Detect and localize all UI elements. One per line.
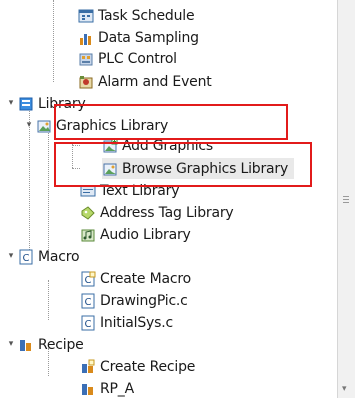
tree-item-label: Address Tag Library	[100, 204, 234, 221]
tree-item-macro[interactable]: C Macro	[18, 246, 80, 267]
tree-item-label: RP_A	[100, 380, 134, 397]
recipe-file-icon	[80, 381, 96, 397]
tree-item-label: Audio Library	[100, 226, 191, 243]
tree-item-label: Task Schedule	[98, 7, 195, 24]
recipe-icon	[18, 337, 34, 353]
macro-icon: C	[18, 249, 34, 265]
alarm-icon	[78, 74, 94, 90]
tree-item-label: PLC Control	[98, 50, 177, 67]
tree-item-label: Create Recipe	[100, 358, 196, 375]
highlight-browse-graphics-library	[54, 142, 312, 187]
tree-item-label: Recipe	[38, 336, 84, 353]
tree-item-task-schedule[interactable]: Task Schedule	[78, 5, 195, 26]
create-recipe-icon	[80, 359, 96, 375]
tree-item-label: Macro	[38, 248, 80, 265]
tree-item-plc-control[interactable]: PLC Control	[78, 48, 177, 69]
collapse-icon[interactable]: ▾	[6, 251, 16, 261]
svg-text:C: C	[23, 253, 30, 264]
graphics-library-icon	[36, 118, 52, 134]
c-file-icon: C	[80, 315, 96, 331]
svg-text:C: C	[85, 319, 92, 330]
collapse-icon[interactable]: ▾	[6, 339, 16, 349]
tree-item-initialsys-c[interactable]: C InitialSys.c	[80, 312, 173, 333]
scroll-grip-icon[interactable]	[343, 196, 349, 206]
tree-item-label: InitialSys.c	[100, 314, 173, 331]
highlight-graphics-library	[54, 104, 288, 140]
create-macro-icon: C	[80, 271, 96, 287]
tree-item-address-tag-library[interactable]: Address Tag Library	[80, 202, 234, 223]
tree-item-data-sampling[interactable]: Data Sampling	[78, 27, 199, 48]
library-icon	[18, 96, 34, 112]
tree-item-label: Alarm and Event	[98, 73, 212, 90]
schedule-icon	[78, 8, 94, 24]
address-tag-icon	[80, 205, 96, 221]
tree-item-audio-library[interactable]: Audio Library	[80, 224, 191, 245]
vertical-scrollbar[interactable]: ▾	[337, 0, 355, 398]
tree-item-rp-a[interactable]: RP_A	[80, 378, 134, 398]
scroll-down-arrow-icon[interactable]: ▾	[342, 384, 347, 394]
tree-item-create-recipe[interactable]: Create Recipe	[80, 356, 195, 377]
tree-item-create-macro[interactable]: C Create Macro	[80, 268, 191, 289]
audio-icon	[80, 227, 96, 243]
c-file-icon: C	[80, 293, 96, 309]
bar-chart-icon	[78, 30, 94, 46]
plc-icon	[78, 51, 94, 67]
tree-item-drawingpic-c[interactable]: C DrawingPic.c	[80, 290, 188, 311]
svg-text:C: C	[85, 297, 92, 308]
tree-item-label: Create Macro	[100, 270, 191, 287]
collapse-icon[interactable]: ▾	[6, 98, 16, 108]
tree-item-alarm-and-event[interactable]: Alarm and Event	[78, 71, 212, 92]
tree-item-recipe[interactable]: Recipe	[18, 334, 84, 355]
tree-item-label: DrawingPic.c	[100, 292, 188, 309]
collapse-icon[interactable]: ▾	[24, 120, 34, 130]
project-tree: Task Schedule Data Sampling PLC Control …	[0, 0, 337, 398]
tree-item-label: Data Sampling	[98, 29, 199, 46]
